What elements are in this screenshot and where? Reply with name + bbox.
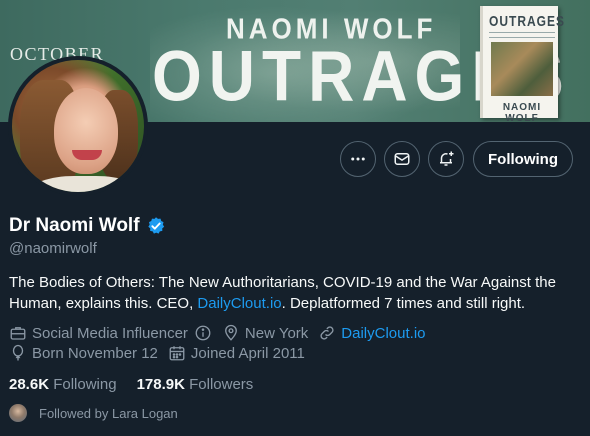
envelope-icon: [394, 153, 410, 165]
calendar-icon: [169, 346, 185, 361]
profile-meta-row-2: Born November 12 Joined April 2011: [9, 344, 315, 362]
briefcase-icon: [10, 327, 26, 340]
display-name: Dr Naomi Wolf: [9, 215, 140, 236]
link-icon: [320, 326, 334, 340]
info-icon[interactable]: [194, 324, 212, 342]
book-subtitle-lines: [489, 32, 555, 38]
following-stat[interactable]: 28.6K Following: [9, 376, 117, 393]
website-link[interactable]: DailyClout.io: [341, 325, 425, 342]
book-cover: OUTRAGES NAOMI WOLF: [480, 6, 566, 122]
follower-avatar: [9, 404, 27, 422]
more-icon: [351, 157, 365, 161]
location-item: New York: [222, 324, 308, 342]
location-pin-icon: [224, 324, 237, 341]
balloon-icon: [12, 344, 24, 361]
location-label: New York: [244, 324, 309, 342]
birthday-item: Born November 12: [9, 344, 158, 362]
following-button[interactable]: Following: [473, 141, 573, 177]
follow-stats: 28.6K Following 178.9K Followers: [9, 376, 273, 393]
book-author: NAOMI WOLF: [502, 102, 542, 122]
message-button[interactable]: [384, 141, 420, 177]
profile-bio: The Bodies of Others: The New Authoritar…: [9, 272, 584, 314]
book-title: OUTRAGES: [489, 12, 566, 30]
verified-badge-icon[interactable]: [146, 216, 166, 236]
username-handle: @naomirwolf: [9, 240, 97, 257]
followers-stat[interactable]: 178.9K Followers: [137, 376, 254, 393]
category-item: Social Media Influencer: [9, 324, 212, 342]
following-stat-label: Following: [53, 376, 117, 393]
profile-meta-row: Social Media Influencer New York DailyCl…: [9, 324, 436, 342]
more-button[interactable]: [340, 141, 376, 177]
profile-avatar[interactable]: [8, 56, 148, 196]
bio-link[interactable]: DailyClout.io: [197, 295, 281, 312]
avatar-face: [54, 88, 118, 174]
avatar-shirt: [30, 176, 140, 192]
birthday-label: Born November 12: [32, 344, 158, 362]
bell-plus-icon: [440, 151, 454, 166]
notifications-button[interactable]: [428, 141, 464, 177]
followers-stat-label: Followers: [189, 376, 254, 393]
followed-by-row[interactable]: Followed by Lara Logan: [9, 404, 178, 422]
following-count: 28.6K: [9, 376, 50, 393]
name-row: Dr Naomi Wolf: [9, 215, 166, 237]
website-item[interactable]: DailyClout.io: [318, 324, 426, 342]
followers-count: 178.9K: [136, 376, 185, 393]
category-label: Social Media Influencer: [32, 324, 188, 342]
bio-text-end: . Deplatformed 7 times and still right.: [281, 295, 526, 312]
joined-label: Joined April 2011: [190, 344, 305, 362]
followed-by-text: Followed by Lara Logan: [39, 405, 178, 421]
book-cover-image: [491, 42, 553, 96]
joined-item: Joined April 2011: [168, 344, 305, 362]
